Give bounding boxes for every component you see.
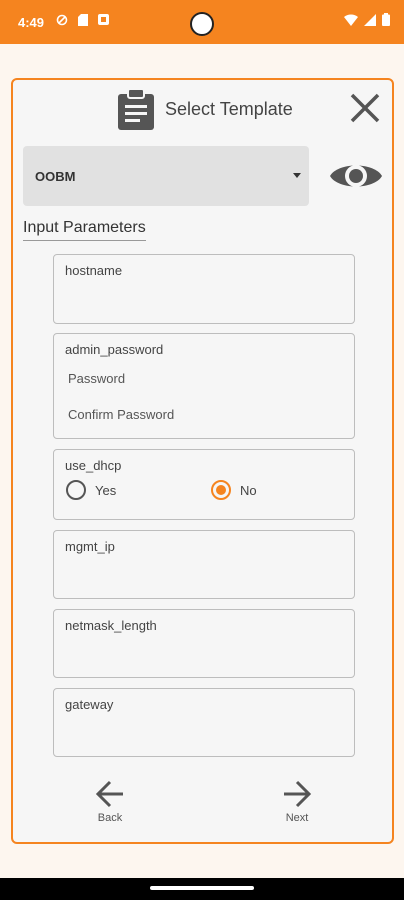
password-input[interactable]: Password: [68, 371, 125, 386]
select-template-dialog: Select Template OOBM Input Parameters ho…: [11, 78, 394, 844]
gateway-label: gateway: [65, 697, 114, 712]
admin-password-label: admin_password: [65, 342, 164, 357]
eye-icon[interactable]: [329, 156, 383, 196]
radio-unselected-icon: [66, 480, 86, 500]
netmask-length-field[interactable]: netmask_length: [53, 609, 355, 678]
gateway-field[interactable]: gateway: [53, 688, 355, 757]
arrow-right-icon: [284, 780, 312, 808]
arrow-left-icon: [95, 780, 123, 808]
dialog-title: Select Template: [165, 99, 293, 119]
template-select[interactable]: OOBM: [23, 146, 309, 206]
battery-icon: [382, 13, 390, 26]
status-time: 4:49: [18, 15, 45, 30]
dhcp-no-label: No: [240, 482, 257, 498]
camera-cutout: [190, 12, 214, 36]
next-label: Next: [285, 812, 309, 824]
close-icon[interactable]: [349, 92, 381, 124]
data-saver-icon: [56, 14, 68, 26]
sd-card-icon: [78, 14, 88, 26]
template-select-value: OOBM: [35, 169, 76, 184]
netmask-length-label: netmask_length: [65, 618, 157, 633]
hostname-label: hostname: [65, 263, 123, 278]
app-notification-icon: [98, 14, 109, 25]
confirm-password-input[interactable]: Confirm Password: [68, 407, 174, 422]
mgmt-ip-label: mgmt_ip: [65, 539, 115, 554]
mgmt-ip-field[interactable]: mgmt_ip: [53, 530, 355, 599]
home-indicator[interactable]: [150, 886, 254, 890]
dialog-header: Select Template: [13, 80, 392, 140]
use-dhcp-label: use_dhcp: [65, 458, 122, 473]
input-parameters-heading: Input Parameters: [23, 219, 146, 241]
dhcp-yes-label: Yes: [95, 482, 117, 498]
use-dhcp-field: use_dhcp Yes No: [53, 449, 355, 520]
signal-icon: [364, 13, 376, 26]
clipboard-icon: [118, 88, 154, 130]
wifi-icon: [344, 13, 358, 26]
back-button[interactable]: Back: [80, 780, 140, 840]
dhcp-yes-radio[interactable]: Yes: [66, 480, 116, 500]
status-bar: 4:49: [0, 0, 404, 44]
notification-icons: [56, 14, 109, 26]
hostname-field[interactable]: hostname: [53, 254, 355, 324]
admin-password-field: admin_password Password Confirm Password: [53, 333, 355, 439]
system-icons: [344, 13, 390, 26]
caret-down-icon: [293, 173, 301, 178]
radio-selected-icon: [211, 480, 231, 500]
dhcp-no-radio[interactable]: No: [211, 480, 257, 500]
back-label: Back: [97, 812, 123, 824]
next-button[interactable]: Next: [267, 780, 327, 840]
